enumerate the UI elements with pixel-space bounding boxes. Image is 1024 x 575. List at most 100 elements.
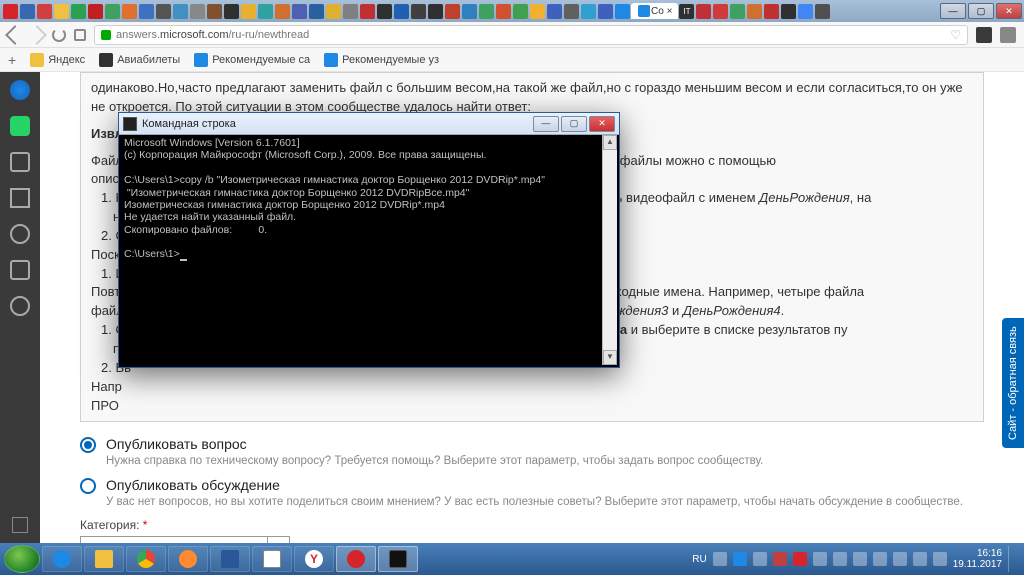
scroll-up-icon[interactable]: ▲ [603,135,617,150]
tray-icon[interactable] [853,552,867,566]
category-select[interactable]: - Выберите - [80,536,290,543]
taskbar-app[interactable] [252,546,292,572]
tray-network-icon[interactable] [913,552,927,566]
favicon[interactable] [292,4,307,19]
favicon[interactable] [224,4,239,19]
favicon[interactable] [258,4,273,19]
maximize-button[interactable]: ▢ [968,3,994,19]
favicon[interactable] [20,4,35,19]
add-bookmark-button[interactable]: + [8,52,16,68]
taskbar-yandex[interactable]: Y [294,546,334,572]
show-desktop-button[interactable] [1008,546,1016,572]
bookmark-rec2[interactable]: Рекомендуемые уз [324,53,439,67]
tray-flag-icon[interactable] [933,552,947,566]
cmd-scrollbar[interactable]: ▲ ▼ [602,135,617,365]
favicon[interactable] [564,4,579,19]
favicon[interactable] [547,4,562,19]
bookmark-aviasales[interactable]: Авиабилеты [99,53,180,67]
favicon[interactable] [241,4,256,19]
bookmark-rec1[interactable]: Рекомендуемые са [194,53,310,67]
favicon[interactable] [581,4,596,19]
minimize-button[interactable]: — [940,3,966,19]
favicon[interactable] [513,4,528,19]
favicon[interactable] [309,4,324,19]
favicon[interactable] [122,4,137,19]
favicon[interactable] [798,4,813,19]
whatsapp-icon[interactable] [10,116,30,136]
extension-icon[interactable] [976,27,992,43]
taskbar-word[interactable] [210,546,250,572]
favicon[interactable] [696,4,711,19]
tray-icon[interactable] [793,552,807,566]
favicon[interactable] [173,4,188,19]
taskbar-clock[interactable]: 16:16 19.11.2017 [953,548,1002,570]
tray-icon[interactable] [833,552,847,566]
cmd-minimize-button[interactable]: — [533,116,559,132]
taskbar-chrome[interactable] [126,546,166,572]
favicon[interactable] [88,4,103,19]
cmd-output[interactable]: Microsoft Windows [Version 6.1.7601] (c)… [121,135,617,365]
favicon[interactable] [326,4,341,19]
favicon[interactable] [479,4,494,19]
sidebar-toggle[interactable] [12,517,28,533]
radio-question[interactable] [80,437,96,453]
favicon[interactable]: IT [679,4,694,19]
forward-button[interactable] [27,25,47,45]
favicon[interactable] [428,4,443,19]
favicon[interactable] [105,4,120,19]
tray-icon[interactable] [813,552,827,566]
favicon[interactable] [139,4,154,19]
favicon[interactable] [713,4,728,19]
taskbar-cmd[interactable] [378,546,418,572]
favicon[interactable] [730,4,745,19]
favicon[interactable] [598,4,613,19]
tab-close[interactable]: × [667,6,673,17]
favicon[interactable] [377,4,392,19]
favicon[interactable] [54,4,69,19]
cmd-titlebar[interactable]: Командная строка — ▢ ✕ [119,113,619,135]
feedback-tab[interactable]: Сайт - обратная связь [1002,318,1024,448]
reload-button[interactable] [52,28,66,42]
grid-icon[interactable] [10,188,30,208]
download-icon[interactable] [1000,27,1016,43]
language-indicator[interactable]: RU [692,554,706,565]
favicon[interactable] [275,4,290,19]
active-tab[interactable]: Со × [631,3,678,19]
taskbar-opera[interactable] [336,546,376,572]
tray-icon[interactable] [773,552,787,566]
favicon[interactable] [496,4,511,19]
address-input[interactable]: answers.microsoft.com/ru-ru/newthread ♡ [94,25,968,45]
tray-icon[interactable] [713,552,727,566]
tray-icon[interactable] [873,552,887,566]
favicon[interactable] [411,4,426,19]
tray-icon[interactable] [733,552,747,566]
taskbar-media[interactable] [168,546,208,572]
taskbar-explorer[interactable] [84,546,124,572]
favicon[interactable] [445,4,460,19]
favicon[interactable] [462,4,477,19]
favicon[interactable] [815,4,830,19]
history-icon[interactable] [10,296,30,316]
favicon[interactable] [190,4,205,19]
tray-volume-icon[interactable] [893,552,907,566]
favicon[interactable] [360,4,375,19]
radio-discussion[interactable] [80,478,96,494]
favicon[interactable] [615,4,630,19]
favicon[interactable] [71,4,86,19]
cmd-window[interactable]: Командная строка — ▢ ✕ Microsoft Windows… [118,112,620,368]
option-post-discussion[interactable]: Опубликовать обсуждение [80,477,984,494]
favicon[interactable] [781,4,796,19]
messenger-icon[interactable] [10,80,30,100]
cmd-close-button[interactable]: ✕ [589,116,615,132]
taskbar-ie[interactable] [42,546,82,572]
bookmark-yandex[interactable]: Яндекс [30,53,85,67]
bookmark-heart-icon[interactable]: ♡ [950,28,961,42]
favicon[interactable] [764,4,779,19]
close-button[interactable]: ✕ [996,3,1022,19]
heart-sidebar-icon[interactable] [10,224,30,244]
favicon[interactable] [156,4,171,19]
option-post-question[interactable]: Опубликовать вопрос [80,436,984,453]
favicon[interactable] [394,4,409,19]
speed-dial-button[interactable] [74,29,86,41]
favicon[interactable] [343,4,358,19]
